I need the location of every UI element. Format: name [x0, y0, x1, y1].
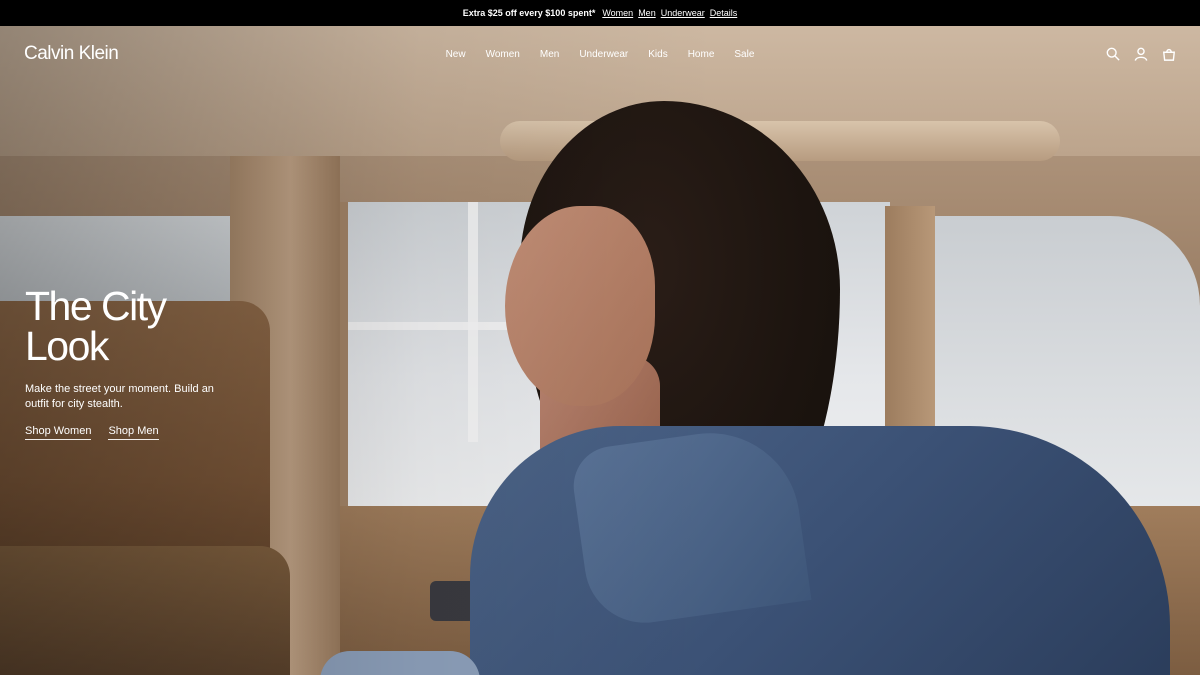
hero-copy: The City Look Make the street your momen… — [25, 286, 225, 440]
nav-item-home[interactable]: Home — [688, 49, 715, 60]
header-icons — [1106, 47, 1176, 61]
nav-item-sale[interactable]: Sale — [734, 49, 754, 60]
account-icon[interactable] — [1134, 47, 1148, 61]
bag-icon[interactable] — [1162, 47, 1176, 61]
hero-subtitle: Make the street your moment. Build an ou… — [25, 383, 214, 410]
shop-women-link[interactable]: Shop Women — [25, 425, 92, 440]
promo-bar: Extra $25 off every $100 spent* Women Me… — [0, 0, 1200, 26]
brand-logo[interactable]: Calvin Klein — [24, 43, 119, 65]
promo-link-men[interactable]: Men — [638, 8, 656, 18]
hero-cta-row: Shop Women Shop Men — [25, 425, 225, 440]
nav-item-kids[interactable]: Kids — [648, 49, 667, 60]
promo-link-details[interactable]: Details — [710, 8, 738, 18]
promo-text: Extra $25 off every $100 spent* — [462, 8, 596, 18]
page: Extra $25 off every $100 spent* Women Me… — [0, 0, 1200, 675]
promo-link-underwear[interactable]: Underwear — [661, 8, 705, 18]
promo-link-women[interactable]: Women — [602, 8, 633, 18]
nav-item-underwear[interactable]: Underwear — [579, 49, 628, 60]
hero-title: The City Look — [25, 283, 167, 369]
nav-item-men[interactable]: Men — [540, 49, 559, 60]
main-nav: New Women Men Underwear Kids Home Sale — [0, 26, 1200, 82]
site-header: Calvin Klein New Women Men Underwear Kid… — [0, 26, 1200, 82]
search-icon[interactable] — [1106, 47, 1120, 61]
nav-item-new[interactable]: New — [446, 49, 466, 60]
nav-item-women[interactable]: Women — [486, 49, 520, 60]
shop-men-link[interactable]: Shop Men — [108, 425, 159, 440]
